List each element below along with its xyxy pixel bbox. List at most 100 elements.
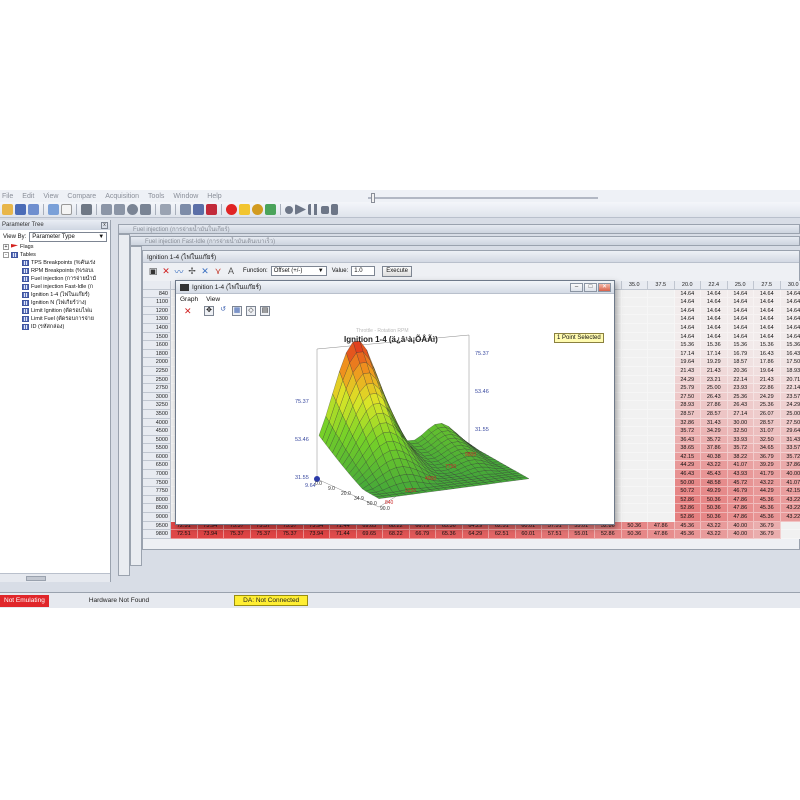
table-cell[interactable]: 17.14 <box>674 349 701 359</box>
row-header[interactable]: 5500 <box>143 444 171 453</box>
table-cell[interactable]: 16.43 <box>780 349 800 359</box>
table-cell[interactable]: 60.01 <box>515 530 542 539</box>
table-cell[interactable]: 75.37 <box>277 530 304 539</box>
playback-slider-handle[interactable] <box>371 193 375 203</box>
table-cell[interactable] <box>648 341 675 350</box>
table-cell[interactable]: 19.64 <box>674 358 701 367</box>
table-cell[interactable]: 49.29 <box>701 487 728 496</box>
table-cell[interactable]: 22.14 <box>780 384 800 393</box>
arrow-up-icon[interactable] <box>101 204 112 215</box>
table-cell[interactable]: 34.65 <box>754 444 781 453</box>
pause-icon[interactable] <box>308 204 319 215</box>
table-cell[interactable]: 31.43 <box>780 435 800 445</box>
table-cell[interactable]: 14.64 <box>674 323 701 333</box>
open-icon[interactable] <box>2 204 13 215</box>
table-cell[interactable]: 14.64 <box>754 315 781 324</box>
table-cell[interactable]: 48.58 <box>701 478 728 488</box>
table-cell[interactable]: 25.00 <box>780 409 800 419</box>
row-header[interactable]: 1800 <box>143 349 171 359</box>
table-cell[interactable] <box>621 341 648 350</box>
table-cell[interactable]: 15.36 <box>727 341 754 350</box>
table-cell[interactable]: 14.64 <box>727 315 754 324</box>
font-icon[interactable]: A <box>226 266 236 276</box>
table-cell[interactable] <box>621 384 648 393</box>
menu-item-tools[interactable]: Tools <box>148 193 164 200</box>
multiply-icon[interactable]: ✕ <box>200 266 210 277</box>
interpolate-icon[interactable]: ⋎ <box>213 266 223 277</box>
table-cell[interactable] <box>648 375 675 385</box>
menu-item-view[interactable]: View <box>43 193 58 200</box>
table-cell[interactable]: 23.57 <box>780 392 800 402</box>
table-cell[interactable]: 37.86 <box>780 461 800 471</box>
table-cell[interactable] <box>648 315 675 324</box>
table-cell[interactable]: 45.36 <box>754 495 781 505</box>
table-cell[interactable]: 30.00 <box>727 418 754 428</box>
table-cell[interactable]: 14.64 <box>727 332 754 342</box>
table-cell[interactable]: 24.29 <box>780 401 800 410</box>
table-cell[interactable]: 68.22 <box>383 530 410 539</box>
row-header[interactable]: 7750 <box>143 487 171 496</box>
table-cell[interactable]: 25.79 <box>674 384 701 393</box>
table-cell[interactable] <box>621 495 648 505</box>
table-cell[interactable]: 24.29 <box>674 375 701 385</box>
row-header[interactable]: 3250 <box>143 401 171 410</box>
mdi-window-fuel-fast-idle[interactable]: Fuel injection Fast-Idle (การจ่ายน้ำมันเ… <box>130 236 800 246</box>
table-cell[interactable]: 16.43 <box>754 349 781 359</box>
table-cell[interactable]: 21.43 <box>701 366 728 376</box>
table-cell[interactable] <box>648 487 675 496</box>
row-header[interactable]: 2000 <box>143 358 171 367</box>
table-cell[interactable]: 14.64 <box>701 323 728 333</box>
table-cell[interactable] <box>621 401 648 410</box>
table-cell[interactable]: 73.94 <box>303 530 330 539</box>
table-cell[interactable]: 31.43 <box>701 418 728 428</box>
row-header[interactable]: 3000 <box>143 392 171 402</box>
table-cell[interactable] <box>621 470 648 479</box>
table-cell[interactable] <box>621 427 648 436</box>
row-header[interactable]: 9000 <box>143 513 171 522</box>
table-cell[interactable]: 42.15 <box>674 452 701 462</box>
table-cell[interactable]: 52.86 <box>674 495 701 505</box>
table-cell[interactable]: 43.22 <box>780 513 800 522</box>
table-cell[interactable] <box>648 306 675 316</box>
table-cell[interactable]: 28.57 <box>754 418 781 428</box>
table-cell[interactable]: 66.79 <box>409 530 436 539</box>
table-cell[interactable]: 16.79 <box>727 349 754 359</box>
row-header[interactable]: 1100 <box>143 298 171 307</box>
row-header[interactable]: 4500 <box>143 427 171 436</box>
table-cell[interactable]: 40.00 <box>780 470 800 479</box>
record-icon[interactable] <box>285 205 293 214</box>
table-cell[interactable]: 14.64 <box>674 306 701 316</box>
menu-item-view[interactable]: View <box>206 296 220 303</box>
tree-item[interactable]: Ignition 1-4 (ไฟในแก๊ยร์) <box>0 291 110 299</box>
table-cell[interactable]: 14.64 <box>780 332 800 342</box>
row-header[interactable]: 5000 <box>143 435 171 445</box>
table-cell[interactable]: 35.72 <box>727 444 754 453</box>
table-cell[interactable]: 71.44 <box>330 530 357 539</box>
table-cell[interactable]: 35.72 <box>780 452 800 462</box>
table-cell[interactable]: 14.64 <box>780 323 800 333</box>
table-cell[interactable]: 44.29 <box>674 461 701 471</box>
table-cell[interactable]: 39.29 <box>754 461 781 471</box>
table-cell[interactable] <box>621 315 648 324</box>
table-cell[interactable]: 40.00 <box>727 530 754 539</box>
table-cell[interactable] <box>648 401 675 410</box>
table-cell[interactable]: 75.37 <box>224 530 251 539</box>
table-cell[interactable] <box>648 478 675 488</box>
table-cell[interactable]: 27.14 <box>727 409 754 419</box>
circle-icon[interactable] <box>127 204 138 215</box>
row-header[interactable]: 840 <box>143 289 171 299</box>
settings-icon[interactable]: ▤ <box>260 306 270 316</box>
end-icon[interactable] <box>331 204 338 215</box>
wrench-icon[interactable] <box>81 204 92 215</box>
table-cell[interactable]: 34.29 <box>701 427 728 436</box>
table-cell[interactable] <box>621 409 648 419</box>
execute-button[interactable]: Execute <box>382 265 412 277</box>
table-cell[interactable]: 23.21 <box>701 375 728 385</box>
table-cell[interactable]: 43.22 <box>754 478 781 488</box>
wireframe-icon[interactable]: ◇ <box>246 306 256 316</box>
table-cell[interactable]: 14.64 <box>727 298 754 307</box>
tree-item[interactable]: RPM Breakpoints (%รอบเ <box>0 267 110 275</box>
column-header[interactable]: 30.0 <box>780 281 800 290</box>
row-header[interactable]: 7000 <box>143 470 171 479</box>
table-cell[interactable]: 28.93 <box>674 401 701 410</box>
